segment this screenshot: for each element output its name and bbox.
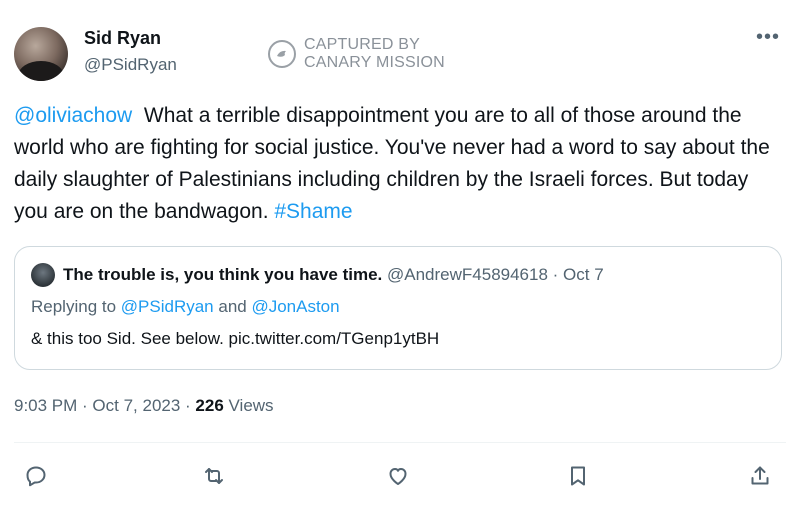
tweet-text: @oliviachow What a terrible disappointme… <box>14 100 784 228</box>
like-icon[interactable] <box>382 460 414 492</box>
author-handle[interactable]: @PSidRyan <box>84 55 177 75</box>
canary-mission-watermark: CAPTURED BY CANARY MISSION <box>268 36 445 72</box>
author-name[interactable]: Sid Ryan <box>84 28 161 49</box>
canary-logo-icon <box>268 40 296 68</box>
replying-to: Replying to @PSidRyan and @JonAston <box>31 297 340 316</box>
action-divider <box>14 442 786 443</box>
quoted-tweet[interactable]: The trouble is, you think you have time.… <box>14 246 782 370</box>
mention-link[interactable]: @oliviachow <box>14 104 132 127</box>
watermark-line-2: CANARY MISSION <box>304 54 445 71</box>
quoted-author-name[interactable]: The trouble is, you think you have time. <box>63 265 382 284</box>
views-count: 226 <box>195 396 224 415</box>
tweet-timestamp: 9:03 PM · Oct 7, 2023 · 226 Views <box>14 396 274 416</box>
hashtag-link[interactable]: #Shame <box>274 200 352 223</box>
watermark-line-1: CAPTURED BY <box>304 36 420 53</box>
reply-icon[interactable] <box>20 460 52 492</box>
author-avatar[interactable] <box>14 27 68 81</box>
timestamp-text[interactable]: 9:03 PM · Oct 7, 2023 · <box>14 396 195 415</box>
retweet-icon[interactable] <box>198 460 230 492</box>
reply-user-link-2[interactable]: @JonAston <box>251 297 339 316</box>
quoted-author-avatar[interactable] <box>31 263 55 287</box>
bookmark-icon[interactable] <box>562 460 594 492</box>
more-options-icon[interactable]: ••• <box>756 26 780 49</box>
action-bar <box>0 460 800 492</box>
views-label: Views <box>223 396 274 415</box>
reply-user-link-1[interactable]: @PSidRyan <box>121 297 214 316</box>
quoted-tweet-body: & this too Sid. See below. pic.twitter.c… <box>31 329 440 348</box>
share-icon[interactable] <box>744 460 776 492</box>
quoted-author-meta: @AndrewF45894618 · Oct 7 <box>382 265 604 284</box>
quoted-tweet-header: The trouble is, you think you have time.… <box>63 265 604 285</box>
